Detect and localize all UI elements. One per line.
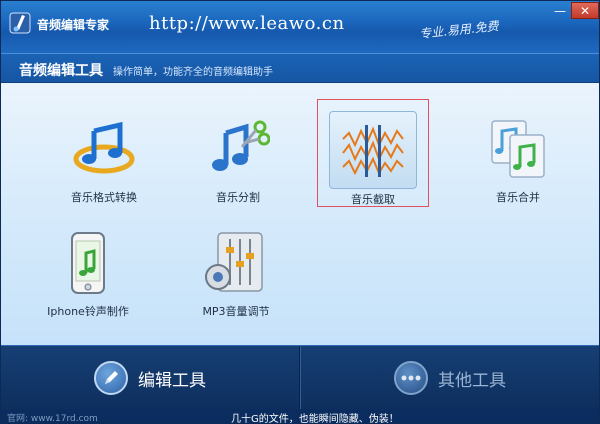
tool-iphone-ringtone[interactable]: Iphone铃声制作 (33, 231, 143, 319)
mp3-volume-icon (205, 232, 263, 292)
official-site-text[interactable]: 官网: www.17rd.com (7, 411, 98, 423)
music-trim-icon (342, 125, 404, 177)
promo-link[interactable]: 几十G的文件，也能瞬间隐藏、伪装！ (231, 410, 399, 423)
music-split-icon (212, 120, 271, 171)
nav-edit-tools-label: 编辑工具 (138, 370, 206, 391)
tool-music-convert[interactable]: 音乐格式转换 (49, 117, 159, 205)
close-button[interactable]: ✕ (571, 2, 599, 19)
close-icon: ✕ (579, 3, 591, 18)
music-convert-icon (73, 121, 135, 174)
tool-label: 音乐格式转换 (71, 191, 137, 204)
pen-icon (94, 361, 128, 395)
title-bar: 音频编辑专家 http://www.leawo.cn 专业.易用.免费 — ✕ (1, 1, 599, 53)
page-title: 音频编辑工具 (19, 63, 103, 79)
iphone-ringtone-icon (71, 232, 105, 294)
bottom-nav: 编辑工具 其他工具 (1, 345, 599, 410)
page-description: 操作简单，功能齐全的音频编辑助手 (113, 67, 273, 78)
nav-other-tools-button[interactable]: 其他工具 (301, 346, 599, 410)
tool-label: 音乐截取 (351, 193, 395, 206)
nav-edit-tools-button[interactable]: 编辑工具 (1, 346, 299, 410)
tool-label: Iphone铃声制作 (47, 305, 129, 318)
tools-panel: 音乐格式转换 音乐分割 音乐截取 音乐合并 Iphone铃声制作 MP3音量调节 (1, 83, 599, 345)
slogan: 专业.易用.免费 (418, 18, 500, 42)
status-bar: 官网: www.17rd.com 几十G的文件，也能瞬间隐藏、伪装！ (1, 409, 599, 423)
app-logo-icon (9, 12, 31, 34)
website-url[interactable]: http://www.leawo.cn (149, 13, 345, 34)
nav-other-tools-label: 其他工具 (438, 370, 506, 391)
minimize-button[interactable]: — (549, 2, 571, 19)
app-title: 音频编辑专家 (37, 18, 110, 32)
tool-music-merge[interactable]: 音乐合并 (463, 117, 573, 205)
more-dots-icon (394, 361, 428, 395)
minimize-icon: — (554, 3, 566, 18)
app-window: 音频编辑专家 http://www.leawo.cn 专业.易用.免费 — ✕ … (0, 0, 600, 424)
music-merge-icon (491, 120, 545, 178)
tool-mp3-volume[interactable]: MP3音量调节 (181, 231, 291, 319)
tool-label: 音乐合并 (496, 191, 540, 204)
tool-music-trim[interactable]: 音乐截取 (318, 119, 428, 207)
tool-music-split[interactable]: 音乐分割 (183, 117, 293, 205)
window-controls: — ✕ (549, 2, 599, 19)
tool-label: MP3音量调节 (202, 305, 270, 318)
header-bar: 音频编辑工具 操作简单，功能齐全的音频编辑助手 (1, 53, 599, 83)
tool-label: 音乐分割 (216, 191, 260, 204)
